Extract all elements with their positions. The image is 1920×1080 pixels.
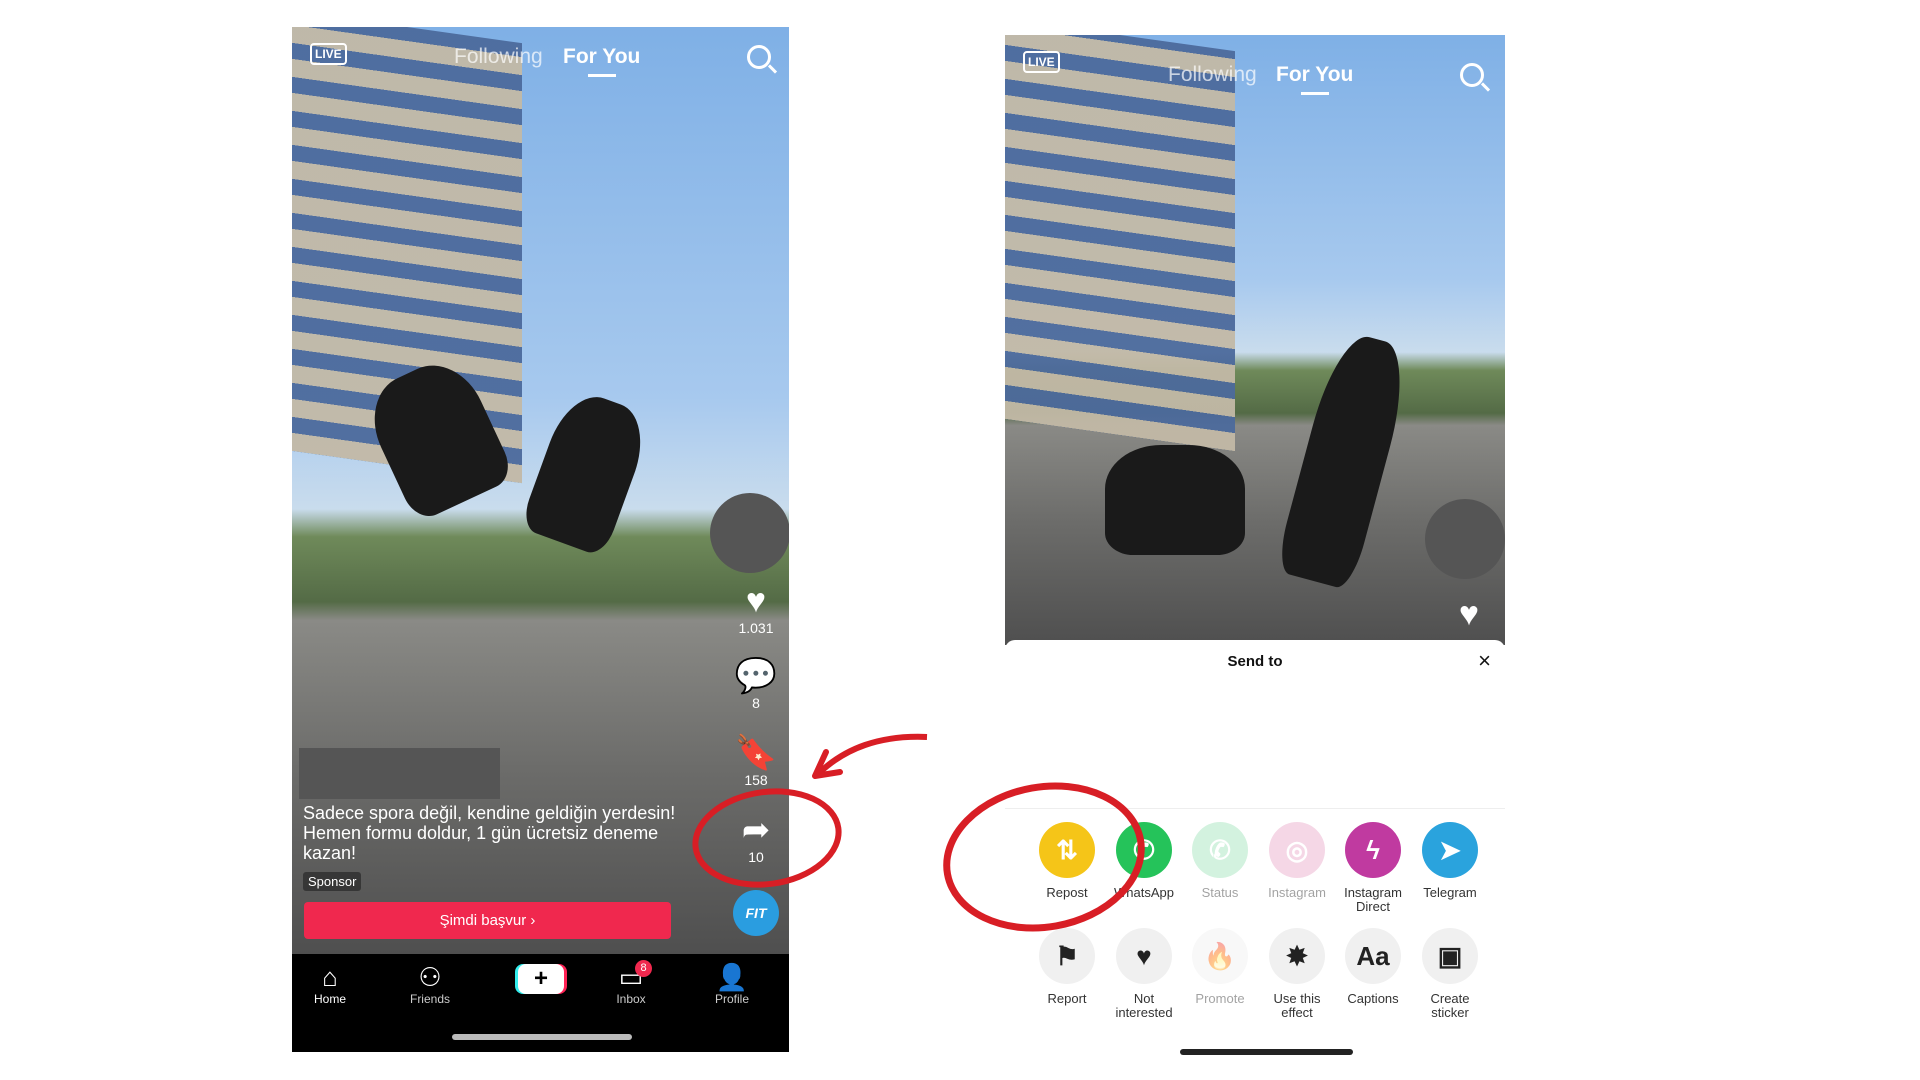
annotation-layer	[692, 733, 1145, 932]
annotation-circle-share	[692, 788, 842, 888]
annotation-arrow	[815, 733, 928, 777]
annotation-circle-repost	[943, 782, 1145, 932]
